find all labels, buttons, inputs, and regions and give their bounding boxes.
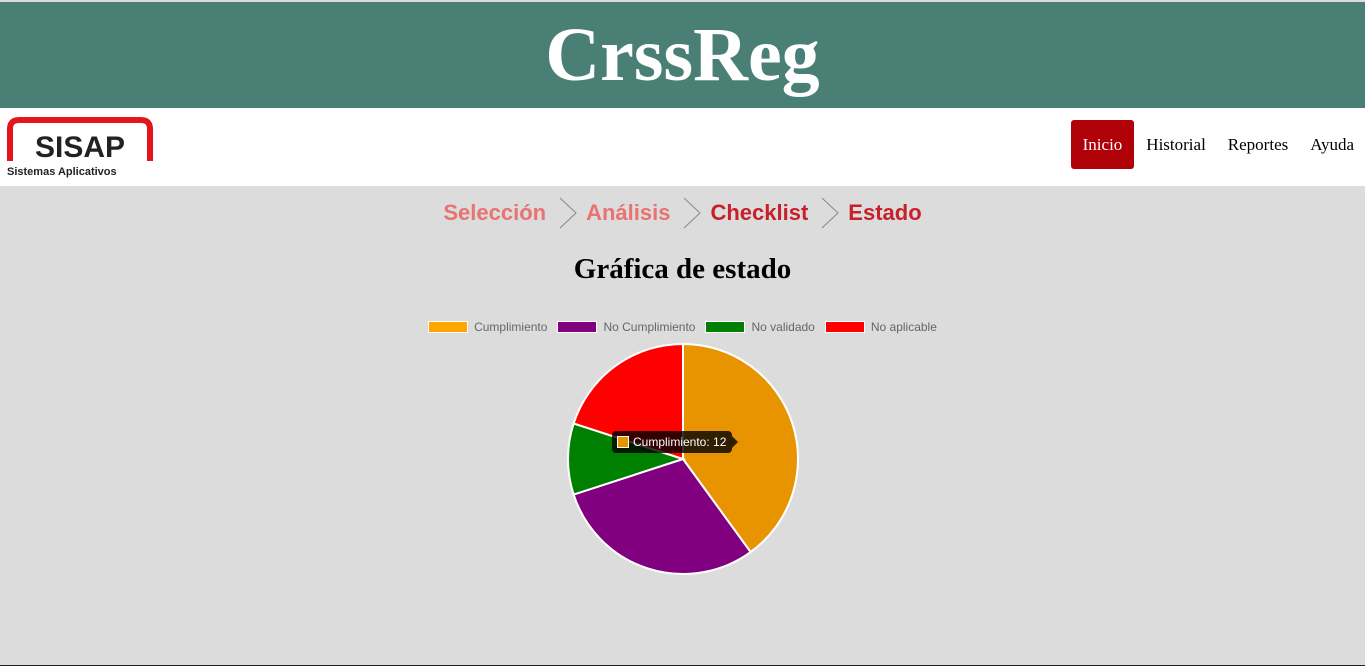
pie-chart bbox=[567, 342, 799, 575]
tooltip-swatch bbox=[617, 436, 629, 448]
tooltip-text: Cumplimiento: 12 bbox=[633, 435, 727, 449]
chart-tooltip: Cumplimiento: 12 bbox=[612, 431, 739, 453]
